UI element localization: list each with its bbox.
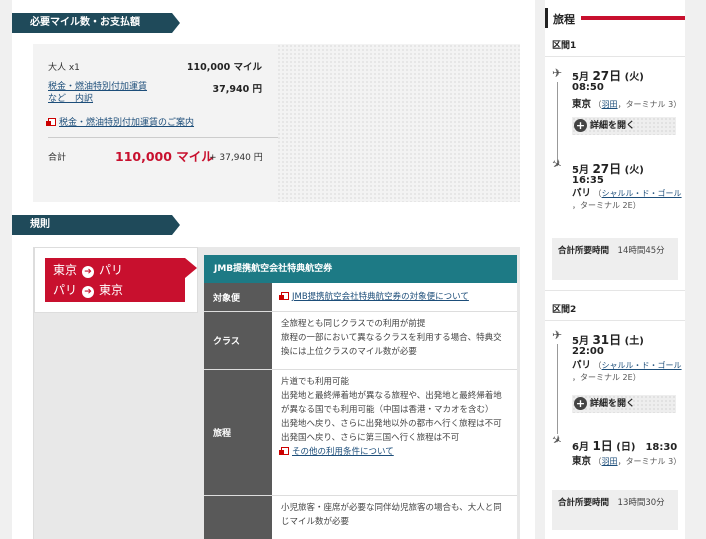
airport-link[interactable]: シャルル・ド・ゴール bbox=[602, 361, 682, 370]
rule-text: 小児旅客・座席が必要な同伴幼児旅客の場合も、大人と同じマイル数が必要 bbox=[281, 503, 502, 527]
rules-table: JMB提携航空会社特典航空券 対象便 JMB提携航空会社特典航空券の対象便につい… bbox=[204, 255, 517, 539]
external-link-icon bbox=[279, 447, 289, 455]
arrival-airport: パリ （シャルル・ド・ゴール ，ターミナル 2E） bbox=[572, 188, 682, 210]
rule-value: 全旅程とも同じクラスでの利用が前提 旅程の一部において異なるクラスを利用する場合… bbox=[272, 312, 517, 369]
departure-airport: パリ （シャルル・ド・ゴール ，ターミナル 2E） bbox=[572, 360, 682, 382]
departure-time: 22:00 bbox=[572, 346, 604, 357]
payment-box: 大人 x1 110,000 マイル 税金・燃油特別付加運賃 など 内訳 37,9… bbox=[33, 44, 520, 202]
route-outbound-to: パリ bbox=[99, 263, 124, 277]
route-return-from: パリ bbox=[53, 283, 78, 297]
arrival-time: 16:35 bbox=[572, 175, 604, 186]
divider bbox=[48, 137, 278, 138]
arrow-right-icon: ➔ bbox=[82, 266, 95, 278]
tax-breakdown-link[interactable]: 税金・燃油特別付加運賃 など 内訳 bbox=[48, 81, 147, 105]
arrow-right-icon: ➔ bbox=[82, 286, 95, 298]
itinerary-sidebar: 旅程 区間1 ✈ 5月 27日 (火) 08:50 東京 （羽田，ターミナル 3… bbox=[545, 0, 685, 539]
rule-text: 旅程の一部において異なるクラスを利用する場合、特典交換には上位クラスのマイル数が… bbox=[281, 333, 502, 357]
eligible-flights-link[interactable]: JMB提携航空会社特典航空券の対象便について bbox=[292, 292, 469, 302]
rule-text: 全旅程とも同じクラスでの利用が前提 bbox=[281, 319, 426, 329]
tax-link-line1[interactable]: 税金・燃油特別付加運賃 bbox=[48, 82, 147, 92]
departure-airport: 東京 （羽田，ターミナル 3） bbox=[572, 99, 682, 110]
tax-value: 37,940 円 bbox=[212, 84, 262, 95]
divider bbox=[545, 56, 685, 57]
total-miles: 110,000 マイル bbox=[115, 149, 214, 164]
itinerary-title: 旅程 bbox=[553, 13, 575, 26]
rule-text: 出発地へ戻り、さらに出発地以外の都市へ行く旅程は不可 bbox=[281, 419, 502, 429]
arrival-airport: 東京 （羽田，ターミナル 3） bbox=[572, 456, 682, 467]
airport-link[interactable]: 羽田 bbox=[602, 457, 618, 466]
rule-text: 出発地と最終帰着地が異なる旅程や、出発地と最終帰着地が異なる国でも利用可能（中国… bbox=[281, 391, 502, 415]
ticket-type-header: JMB提携航空会社特典航空券 bbox=[204, 255, 517, 283]
other-conditions-link[interactable]: その他の利用条件について bbox=[292, 447, 394, 457]
route-box: 東京 ➔ パリ パリ ➔ 東京 bbox=[45, 258, 197, 302]
payment-heading: 必要マイル数・お支払額 bbox=[12, 13, 180, 33]
rule-value: JMB提携航空会社特典航空券の対象便について bbox=[272, 283, 517, 311]
route-cell: 東京 ➔ パリ パリ ➔ 東京 bbox=[34, 247, 198, 313]
rule-value: 小児旅客・座席が必要な同伴幼児旅客の場合も、大人と同じマイル数が必要 bbox=[272, 496, 517, 539]
segment-label: 区間1 bbox=[552, 41, 577, 51]
plane-landing-icon: ✈ bbox=[549, 431, 565, 449]
plane-landing-icon: ✈ bbox=[549, 155, 565, 173]
airport-link[interactable]: 羽田 bbox=[602, 100, 618, 109]
plus-icon: + bbox=[574, 397, 587, 410]
header-bar bbox=[581, 16, 685, 20]
segment-label: 区間2 bbox=[552, 305, 577, 315]
rule-row-flights: 対象便 JMB提携航空会社特典航空券の対象便について bbox=[204, 283, 517, 312]
plane-takeoff-icon: ✈ bbox=[552, 66, 563, 80]
rule-label bbox=[204, 496, 272, 539]
fuel-info-link-text[interactable]: 税金・燃油特別付加運賃のご案内 bbox=[59, 118, 194, 128]
route-outbound-from: 東京 bbox=[53, 263, 78, 277]
timeline-line bbox=[557, 82, 558, 162]
adult-label: 大人 x1 bbox=[48, 63, 80, 73]
tax-link-line2[interactable]: など 内訳 bbox=[48, 94, 93, 104]
airport-link[interactable]: シャルル・ド・ゴール bbox=[602, 189, 682, 198]
rule-text: 片道でも利用可能 bbox=[281, 377, 350, 387]
rules-section: 東京 ➔ パリ パリ ➔ 東京 JMB提携航空会社特典航空券 対象便 JMB提携航空会社… bbox=[33, 247, 520, 539]
total-yen: + 37,940 円 bbox=[209, 153, 263, 163]
adult-miles: 110,000 マイル bbox=[186, 62, 262, 73]
details-open-button[interactable]: + 詳細を開く bbox=[572, 117, 676, 135]
header-mark bbox=[545, 8, 548, 28]
arrival-date: 6月 1日 (日) 18:30 bbox=[572, 439, 678, 453]
rules-heading: 規則 bbox=[12, 215, 180, 235]
divider bbox=[545, 320, 685, 321]
itinerary-header: 旅程 bbox=[545, 8, 685, 28]
fuel-info-link[interactable]: 税金・燃油特別付加運賃のご案内 bbox=[46, 115, 194, 128]
plane-takeoff-icon: ✈ bbox=[552, 328, 563, 342]
divider bbox=[545, 290, 685, 291]
details-open-button[interactable]: + 詳細を開く bbox=[572, 395, 676, 413]
rule-text: 出発国へ戻り、さらに第三国へ行く旅程は不可 bbox=[281, 433, 460, 443]
route-return-to: 東京 bbox=[99, 283, 124, 297]
route-outbound: 東京 ➔ パリ bbox=[53, 261, 123, 279]
rule-label: クラス bbox=[204, 312, 272, 369]
rule-row-itinerary: 旅程 片道でも利用可能 出発地と最終帰着地が異なる旅程や、出発地と最終帰着地が異… bbox=[204, 370, 517, 496]
main-content: 必要マイル数・お支払額 大人 x1 110,000 マイル 税金・燃油特別付加運… bbox=[12, 0, 535, 539]
rule-label: 対象便 bbox=[204, 283, 272, 311]
departure-time: 08:50 bbox=[572, 82, 604, 93]
route-return: パリ ➔ 東京 bbox=[53, 281, 123, 299]
external-link-icon bbox=[279, 292, 289, 300]
total-duration-box: 合計所要時間 14時間45分 bbox=[552, 238, 678, 280]
rule-label: 旅程 bbox=[204, 370, 272, 495]
timeline-line bbox=[557, 344, 558, 434]
plus-icon: + bbox=[574, 119, 587, 132]
rule-row-class: クラス 全旅程とも同じクラスでの利用が前提 旅程の一部において異なるクラスを利用… bbox=[204, 312, 517, 370]
total-duration-box: 合計所要時間 13時間30分 bbox=[552, 490, 678, 530]
rule-value: 片道でも利用可能 出発地と最終帰着地が異なる旅程や、出発地と最終帰着地が異なる国… bbox=[272, 370, 517, 495]
external-link-icon bbox=[46, 118, 56, 126]
total-label: 合計 bbox=[48, 153, 67, 163]
rule-row-child: 小児旅客・座席が必要な同伴幼児旅客の場合も、大人と同じマイル数が必要 bbox=[204, 496, 517, 539]
